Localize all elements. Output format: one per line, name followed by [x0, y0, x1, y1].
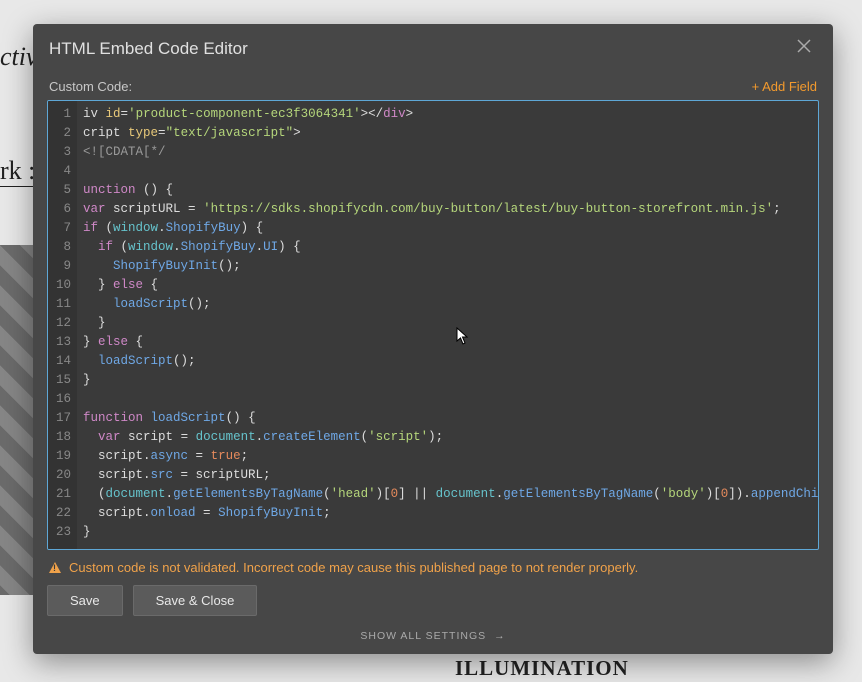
line-number: 2: [56, 124, 71, 143]
code-line: if (window.ShopifyBuy.UI) {: [83, 238, 812, 257]
line-number: 1: [56, 105, 71, 124]
line-number: 23: [56, 523, 71, 542]
code-line: } else {: [83, 276, 812, 295]
background-text-2: rk :: [0, 156, 35, 186]
line-number: 13: [56, 333, 71, 352]
code-line: }: [83, 371, 812, 390]
line-number: 11: [56, 295, 71, 314]
code-line: ShopifyBuyInit();: [83, 257, 812, 276]
warning-text: Custom code is not validated. Incorrect …: [69, 560, 638, 575]
line-number: 10: [56, 276, 71, 295]
close-icon[interactable]: [791, 37, 817, 60]
code-line: script.async = true;: [83, 447, 812, 466]
background-text-bottom: ILLUMINATION: [455, 656, 629, 681]
code-editor[interactable]: 1234567891011121314151617181920212223 iv…: [47, 100, 819, 550]
modal-body: Custom Code: + Add Field 123456789101112…: [33, 73, 833, 585]
code-line: iv id='product-component-ec3f3064341'></…: [83, 105, 812, 124]
code-line: }: [83, 523, 812, 542]
line-number: 4: [56, 162, 71, 181]
modal-title: HTML Embed Code Editor: [49, 39, 248, 59]
line-number: 22: [56, 504, 71, 523]
show-all-settings-button[interactable]: SHOW ALL SETTINGS →: [33, 630, 833, 654]
line-number: 9: [56, 257, 71, 276]
modal-footer: Save Save & Close: [33, 585, 833, 630]
line-number: 18: [56, 428, 71, 447]
validation-warning: Custom code is not validated. Incorrect …: [47, 550, 819, 585]
code-line: script.onload = ShopifyBuyInit;: [83, 504, 812, 523]
modal-header: HTML Embed Code Editor: [33, 24, 833, 73]
line-number: 17: [56, 409, 71, 428]
code-line: }: [83, 314, 812, 333]
line-number: 8: [56, 238, 71, 257]
line-number: 5: [56, 181, 71, 200]
line-number: 3: [56, 143, 71, 162]
custom-code-label: Custom Code:: [49, 79, 132, 94]
line-number-gutter: 1234567891011121314151617181920212223: [48, 101, 77, 549]
warning-icon: [49, 562, 61, 573]
code-line: var scriptURL = 'https://sdks.shopifycdn…: [83, 200, 812, 219]
code-textarea[interactable]: iv id='product-component-ec3f3064341'></…: [77, 101, 818, 549]
save-close-button[interactable]: Save & Close: [133, 585, 258, 616]
save-button[interactable]: Save: [47, 585, 123, 616]
line-number: 12: [56, 314, 71, 333]
code-line: loadScript();: [83, 352, 812, 371]
code-line: (document.getElementsByTagName('head')[0…: [83, 485, 812, 504]
line-number: 15: [56, 371, 71, 390]
line-number: 7: [56, 219, 71, 238]
html-embed-modal: HTML Embed Code Editor Custom Code: + Ad…: [33, 24, 833, 654]
code-line: <![CDATA[*/: [83, 143, 812, 162]
line-number: 16: [56, 390, 71, 409]
arrow-right-icon: →: [494, 630, 506, 642]
line-number: 14: [56, 352, 71, 371]
show-all-label: SHOW ALL SETTINGS: [360, 630, 486, 642]
background-text-1: ctiv: [0, 42, 38, 72]
line-number: 6: [56, 200, 71, 219]
code-line: unction () {: [83, 181, 812, 200]
code-line: function loadScript() {: [83, 409, 812, 428]
code-line: var script = document.createElement('scr…: [83, 428, 812, 447]
code-line: cript type="text/javascript">: [83, 124, 812, 143]
code-line: script.src = scriptURL;: [83, 466, 812, 485]
code-line: [83, 390, 812, 409]
line-number: 21: [56, 485, 71, 504]
code-label-row: Custom Code: + Add Field: [47, 73, 819, 100]
code-line: } else {: [83, 333, 812, 352]
code-line: [83, 162, 812, 181]
code-line: if (window.ShopifyBuy) {: [83, 219, 812, 238]
line-number: 20: [56, 466, 71, 485]
line-number: 19: [56, 447, 71, 466]
add-field-button[interactable]: + Add Field: [752, 79, 817, 94]
code-line: loadScript();: [83, 295, 812, 314]
